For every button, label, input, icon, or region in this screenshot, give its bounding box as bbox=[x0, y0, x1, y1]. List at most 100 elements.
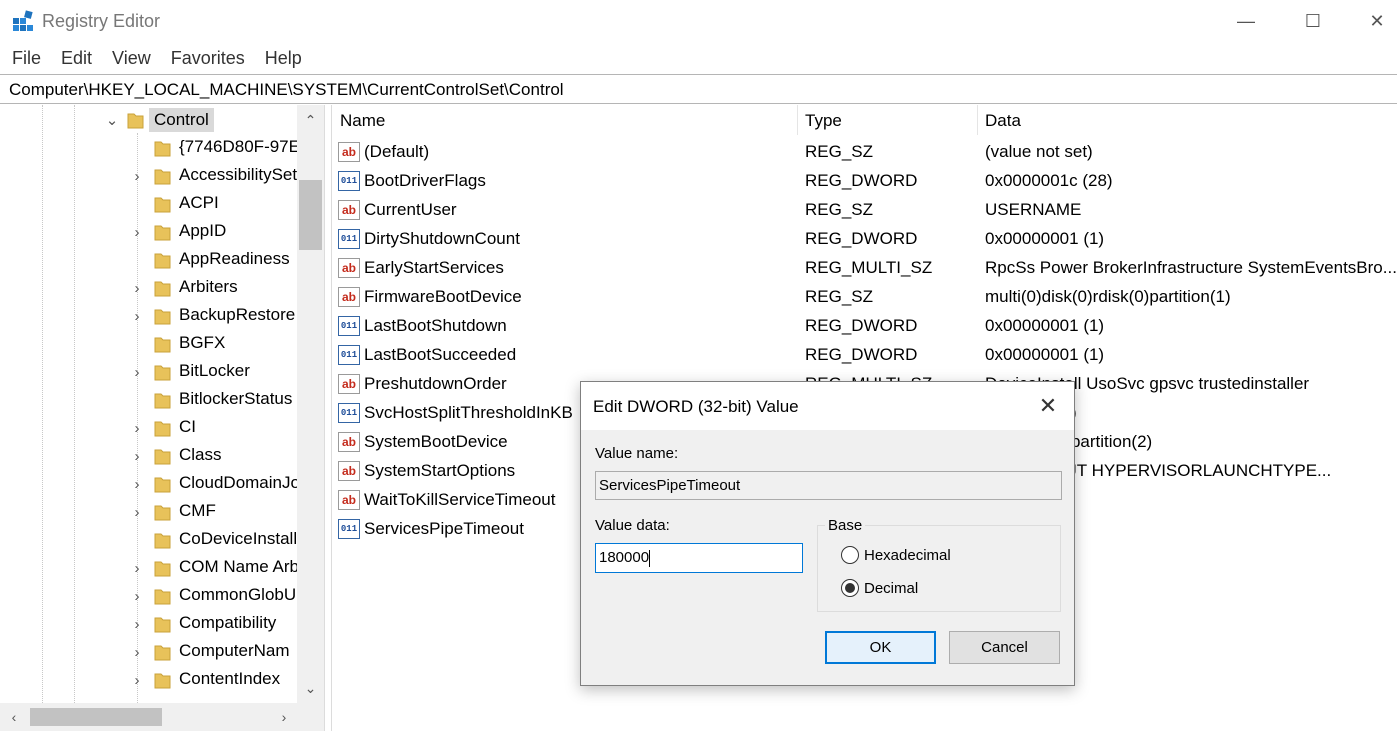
close-window-button[interactable]: ✕ bbox=[1357, 0, 1397, 43]
tree-item[interactable]: BitlockerStatus bbox=[0, 386, 297, 414]
radio-hexadecimal[interactable]: Hexadecimal bbox=[841, 544, 951, 566]
chevron-right-icon[interactable]: › bbox=[130, 442, 144, 470]
value-data-input[interactable]: 180000 bbox=[595, 543, 803, 573]
tree-horizontal-scrollbar[interactable]: ‹ › bbox=[0, 703, 324, 731]
column-separator[interactable] bbox=[797, 105, 798, 135]
folder-icon bbox=[154, 449, 171, 465]
chevron-right-icon[interactable]: › bbox=[130, 498, 144, 526]
chevron-right-icon[interactable]: › bbox=[130, 414, 144, 442]
close-icon[interactable]: ✕ bbox=[1033, 392, 1063, 420]
chevron-right-icon[interactable]: › bbox=[130, 470, 144, 498]
tree-item-label: ContentIndex bbox=[179, 669, 281, 688]
tree-item-control[interactable]: ⌄ Control bbox=[0, 106, 297, 134]
tree-item-label: ComputerNam bbox=[179, 641, 290, 660]
scroll-thumb[interactable] bbox=[299, 180, 322, 250]
tree-item[interactable]: › COM Name Arb bbox=[0, 554, 299, 582]
tree-item-label: Control bbox=[149, 108, 214, 132]
tree-item-label: Class bbox=[179, 445, 222, 464]
value-name: LastBootSucceeded bbox=[364, 345, 517, 364]
window-title: Registry Editor bbox=[42, 11, 161, 31]
column-header-name[interactable]: Name bbox=[340, 111, 385, 131]
ok-button[interactable]: OK bbox=[825, 631, 936, 664]
value-data: 0x00000001 (1) bbox=[985, 229, 1105, 248]
value-row[interactable]: ab FirmwareBootDevice REG_SZ multi(0)disk(0… bbox=[332, 283, 1397, 312]
folder-icon bbox=[154, 533, 171, 549]
tree-item[interactable]: › ComputerNam bbox=[0, 638, 297, 666]
tree-item[interactable]: ACPI bbox=[0, 190, 297, 218]
chevron-down-icon[interactable]: ⌄ bbox=[105, 106, 119, 134]
chevron-right-icon[interactable]: › bbox=[130, 358, 144, 386]
chevron-right-icon[interactable]: › bbox=[130, 638, 144, 666]
value-row[interactable]: ab (Default) REG_SZ (value not set) bbox=[332, 138, 1397, 167]
value-type: REG_DWORD bbox=[805, 229, 918, 248]
menu-file[interactable]: File bbox=[12, 43, 41, 73]
cancel-button[interactable]: Cancel bbox=[949, 631, 1060, 664]
scroll-down-arrow-icon[interactable]: ⌄ bbox=[297, 675, 324, 701]
value-name: ServicesPipeTimeout bbox=[364, 519, 524, 538]
tree-item-label: CloudDomainJo bbox=[179, 473, 300, 492]
radio-decimal[interactable]: Decimal bbox=[841, 577, 918, 599]
tree-item[interactable]: {7746D80F-97E bbox=[0, 134, 300, 162]
value-data: 0x00000001 (1) bbox=[985, 316, 1105, 335]
tree-item[interactable]: › CI bbox=[0, 414, 297, 442]
scroll-right-arrow-icon[interactable]: › bbox=[272, 703, 296, 731]
radio-checked-icon[interactable] bbox=[841, 579, 859, 597]
menu-help[interactable]: Help bbox=[265, 43, 302, 73]
tree-item[interactable]: CoDeviceInstall bbox=[0, 526, 297, 554]
maximize-button[interactable]: ☐ bbox=[1290, 0, 1336, 43]
chevron-right-icon[interactable]: › bbox=[130, 302, 144, 330]
folder-open-icon bbox=[127, 113, 144, 129]
radio-unchecked-icon[interactable] bbox=[841, 546, 859, 564]
tree-item[interactable]: › AppID bbox=[0, 218, 297, 246]
chevron-right-icon[interactable]: › bbox=[130, 666, 144, 694]
tree-item[interactable]: › Compatibility bbox=[0, 610, 297, 638]
radio-hexadecimal-label: Hexadecimal bbox=[864, 546, 951, 564]
column-header-type[interactable]: Type bbox=[805, 111, 842, 131]
column-separator[interactable] bbox=[977, 105, 978, 135]
tree-vertical-scrollbar[interactable]: ⌃ ⌄ bbox=[297, 105, 324, 703]
key-tree-pane[interactable]: ⌄ Control {7746D80F-97E › AccessibilitySet… bbox=[0, 105, 325, 731]
tree-item[interactable]: AppReadiness bbox=[0, 246, 297, 274]
menu-view[interactable]: View bbox=[112, 43, 151, 73]
tree-item-label: {7746D80F-97E bbox=[179, 137, 300, 156]
chevron-right-icon[interactable]: › bbox=[130, 610, 144, 638]
value-name: EarlyStartServices bbox=[364, 258, 504, 277]
chevron-right-icon[interactable]: › bbox=[130, 582, 144, 610]
column-header-data[interactable]: Data bbox=[985, 111, 1021, 131]
tree-item[interactable]: › CloudDomainJo bbox=[0, 470, 300, 498]
tree-item[interactable]: BGFX bbox=[0, 330, 297, 358]
tree-item[interactable]: › Arbiters bbox=[0, 274, 297, 302]
scroll-left-arrow-icon[interactable]: ‹ bbox=[2, 703, 26, 731]
value-data: RpcSs Power BrokerInfrastructure SystemE… bbox=[985, 258, 1397, 277]
folder-icon bbox=[154, 365, 171, 381]
tree-item-label: ACPI bbox=[179, 193, 219, 212]
value-row[interactable]: 011 LastBootSucceeded REG_DWORD 0x00000001 … bbox=[332, 341, 1397, 370]
value-row[interactable]: 011 LastBootShutdown REG_DWORD 0x00000001 (… bbox=[332, 312, 1397, 341]
tree-item[interactable]: › CMF bbox=[0, 498, 297, 526]
tree-item[interactable]: › BackupRestore bbox=[0, 302, 297, 330]
tree-item[interactable]: › BitLocker bbox=[0, 358, 297, 386]
minimize-button[interactable]: — bbox=[1223, 0, 1269, 43]
value-name: BootDriverFlags bbox=[364, 171, 486, 190]
string-value-icon: ab bbox=[338, 258, 360, 278]
tree-item[interactable]: › ContentIndex bbox=[0, 666, 297, 694]
scroll-thumb[interactable] bbox=[30, 708, 162, 726]
value-row[interactable]: 011 DirtyShutdownCount REG_DWORD 0x00000001… bbox=[332, 225, 1397, 254]
chevron-right-icon[interactable]: › bbox=[130, 218, 144, 246]
scroll-up-arrow-icon[interactable]: ⌃ bbox=[297, 107, 324, 133]
value-row[interactable]: ab EarlyStartServices REG_MULTI_SZ RpcSs Po… bbox=[332, 254, 1397, 283]
folder-icon bbox=[154, 617, 171, 633]
address-bar[interactable]: Computer\HKEY_LOCAL_MACHINE\SYSTEM\Curre… bbox=[0, 74, 1397, 104]
value-row[interactable]: 011 BootDriverFlags REG_DWORD 0x0000001c (2… bbox=[332, 167, 1397, 196]
chevron-right-icon[interactable]: › bbox=[130, 274, 144, 302]
value-row[interactable]: ab CurrentUser REG_SZ USERNAME bbox=[332, 196, 1397, 225]
tree-item[interactable]: › AccessibilitySet bbox=[0, 162, 297, 190]
tree-item[interactable]: › CommonGlobU bbox=[0, 582, 297, 610]
chevron-right-icon[interactable]: › bbox=[130, 162, 144, 190]
string-value-icon: ab bbox=[338, 490, 360, 510]
chevron-right-icon[interactable]: › bbox=[130, 554, 144, 582]
menu-favorites[interactable]: Favorites bbox=[171, 43, 245, 73]
tree-item-label: Compatibility bbox=[179, 613, 277, 632]
tree-item[interactable]: › Class bbox=[0, 442, 297, 470]
menu-edit[interactable]: Edit bbox=[61, 43, 92, 73]
